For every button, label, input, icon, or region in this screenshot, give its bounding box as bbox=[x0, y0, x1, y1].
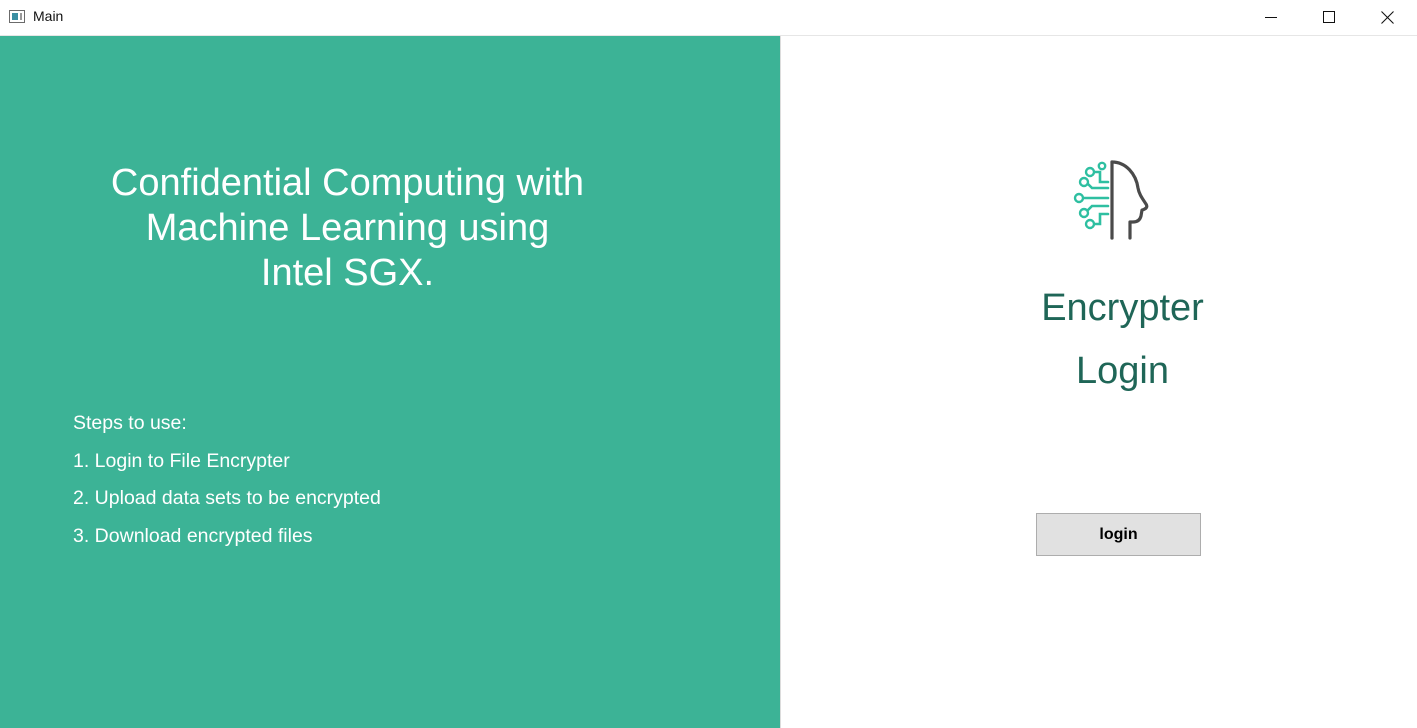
step-item-2: 2. Upload data sets to be encrypted bbox=[73, 487, 381, 509]
headline-line-2: Machine Learning using bbox=[145, 207, 550, 249]
brand-name: Encrypter bbox=[1041, 287, 1204, 329]
step-item-1: 1. Login to File Encrypter bbox=[73, 449, 290, 472]
window-title: Main bbox=[33, 8, 64, 24]
ai-head-circuit-icon bbox=[1073, 160, 1149, 240]
app-window-icon bbox=[9, 10, 25, 23]
login-heading: Login bbox=[1076, 350, 1169, 392]
brand-title: Encrypter Login bbox=[1000, 286, 1245, 412]
info-panel: Confidential Computing with Machine Lear… bbox=[0, 36, 780, 728]
step-item-3: 3. Download encrypted files bbox=[73, 524, 313, 547]
login-button[interactable]: login bbox=[1036, 513, 1201, 556]
steps-title: Steps to use: bbox=[73, 412, 187, 434]
maximize-button[interactable] bbox=[1306, 0, 1352, 34]
steps-list: Steps to use: 1. Login to File Encrypter… bbox=[73, 408, 381, 558]
maximize-icon bbox=[1323, 11, 1335, 23]
close-icon bbox=[1380, 10, 1394, 24]
window-titlebar: Main bbox=[0, 0, 1417, 36]
headline-line-1: Confidential Computing with bbox=[110, 162, 585, 204]
headline-line-3: Intel SGX. bbox=[260, 252, 435, 294]
page-headline: Confidential Computing with Machine Lear… bbox=[60, 161, 635, 296]
minimize-button[interactable] bbox=[1248, 0, 1294, 34]
minimize-icon bbox=[1265, 17, 1277, 18]
close-button[interactable] bbox=[1364, 0, 1410, 34]
